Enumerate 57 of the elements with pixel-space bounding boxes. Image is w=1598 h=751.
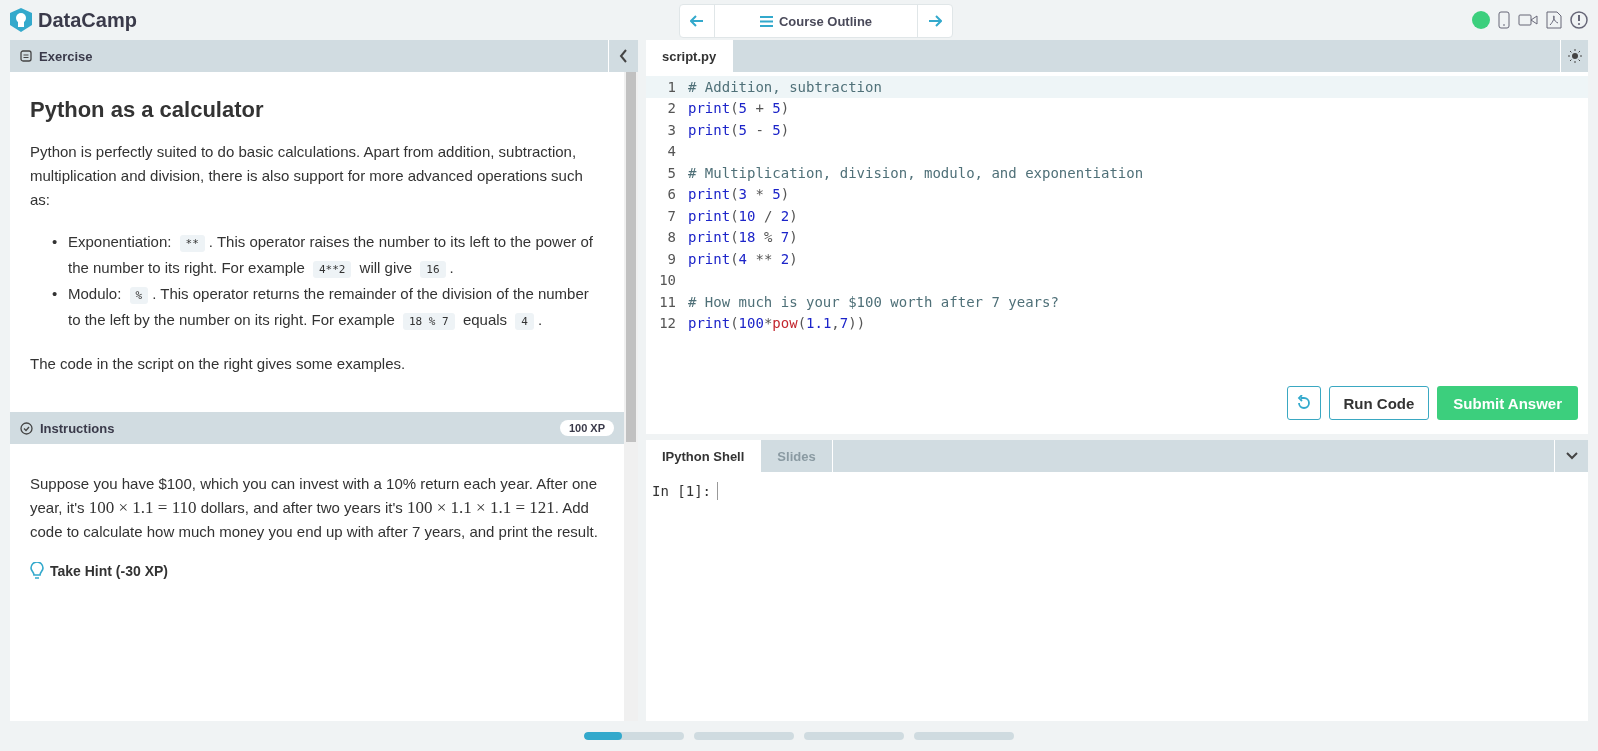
line-number: 1 — [666, 78, 677, 95]
code-line: print(18 % 7) — [688, 229, 798, 246]
header-title: Instructions — [40, 420, 115, 436]
code-line: print(100*pow(1.1,7)) — [688, 315, 866, 332]
line-number: 5 — [666, 164, 677, 181]
bullet-item: Exponentiation: ** . This operator raises the number to its left to the power of the number to its right. For example 4**2 will give 16 . — [68, 232, 594, 280]
scrollbar[interactable] — [624, 72, 638, 721]
line-number: 4 — [666, 143, 677, 160]
line-number: 6 — [666, 186, 677, 203]
code-line: print(4 ** 2) — [688, 250, 798, 267]
file-tab[interactable]: script.py — [646, 40, 734, 72]
bullet-marker: • — [52, 232, 58, 252]
line-number: 7 — [666, 207, 677, 224]
reset-button[interactable] — [1286, 386, 1321, 420]
exercise-title: Python as a calculator — [30, 98, 265, 122]
phone-icon[interactable] — [1498, 11, 1510, 29]
code-line: # Multiplication, division, modulo, and exponentiation — [688, 164, 1144, 181]
menu-icon — [759, 15, 773, 27]
paragraph: Python is perfectly suited to do basic calculations. Apart from addition, subtraction, multiplication and division, there is also support for more advanced operations such as: — [30, 142, 584, 210]
code-line: # Addition, subtraction — [688, 78, 882, 95]
line-number: 10 — [658, 272, 677, 289]
arrow-right-icon — [928, 14, 942, 28]
code-line: print(3 * 5) — [688, 186, 790, 203]
header-title: Exercise — [39, 48, 93, 64]
alert-icon[interactable] — [1570, 11, 1588, 29]
line-number: 12 — [658, 315, 677, 332]
line-number: 8 — [666, 229, 677, 246]
paragraph: The code in the script on the right gives some examples. — [30, 354, 407, 374]
line-number: 3 — [666, 121, 677, 138]
reset-icon — [1295, 395, 1312, 411]
sun-icon — [1567, 49, 1582, 63]
run-code-button[interactable]: Run Code — [1328, 386, 1430, 420]
code-line: print(5 - 5) — [688, 121, 790, 138]
video-icon[interactable] — [1518, 13, 1538, 27]
console-tab[interactable]: IPython Shell — [646, 440, 762, 472]
code-line: print(10 / 2) — [688, 207, 798, 224]
take-hint-button[interactable]: Take Hint (-30 XP) — [30, 562, 168, 580]
pdf-icon[interactable] — [1546, 11, 1562, 29]
progress-step[interactable] — [584, 732, 684, 740]
bullet-marker: • — [52, 284, 58, 304]
document-icon — [20, 50, 32, 62]
shell-prompt: In [1]: — [652, 483, 711, 499]
logo-icon — [10, 8, 32, 32]
instructions-text: Suppose you have $100, which you can invest with a 10% return each year. After one year, it's 100 × 1.1 = 110 dollars, and after two years it's 100 × 1.1 × 1.1 = 121. Add code to calculate how much money you end up with after 7 years, and print the result. — [30, 474, 599, 542]
brand-name: DataCamp — [38, 8, 137, 32]
bullet-item: Modulo: % . This operator returns the remainder of the division of the number to the left by the number on its right. For example 18 % 7 equals 4 . — [68, 284, 590, 332]
code-line: print(5 + 5) — [688, 100, 790, 117]
line-number: 2 — [666, 100, 677, 117]
code-line: # How much is your $100 worth after 7 years? — [688, 293, 1059, 310]
arrow-left-icon — [690, 14, 704, 28]
xp-badge: 100 XP — [559, 420, 614, 436]
chevron-left-icon — [619, 49, 628, 63]
line-number: 11 — [658, 293, 677, 310]
chevron-down-icon — [1565, 452, 1578, 460]
lightbulb-icon — [30, 562, 44, 580]
line-number: 9 — [666, 250, 677, 267]
check-circle-icon — [20, 421, 33, 435]
